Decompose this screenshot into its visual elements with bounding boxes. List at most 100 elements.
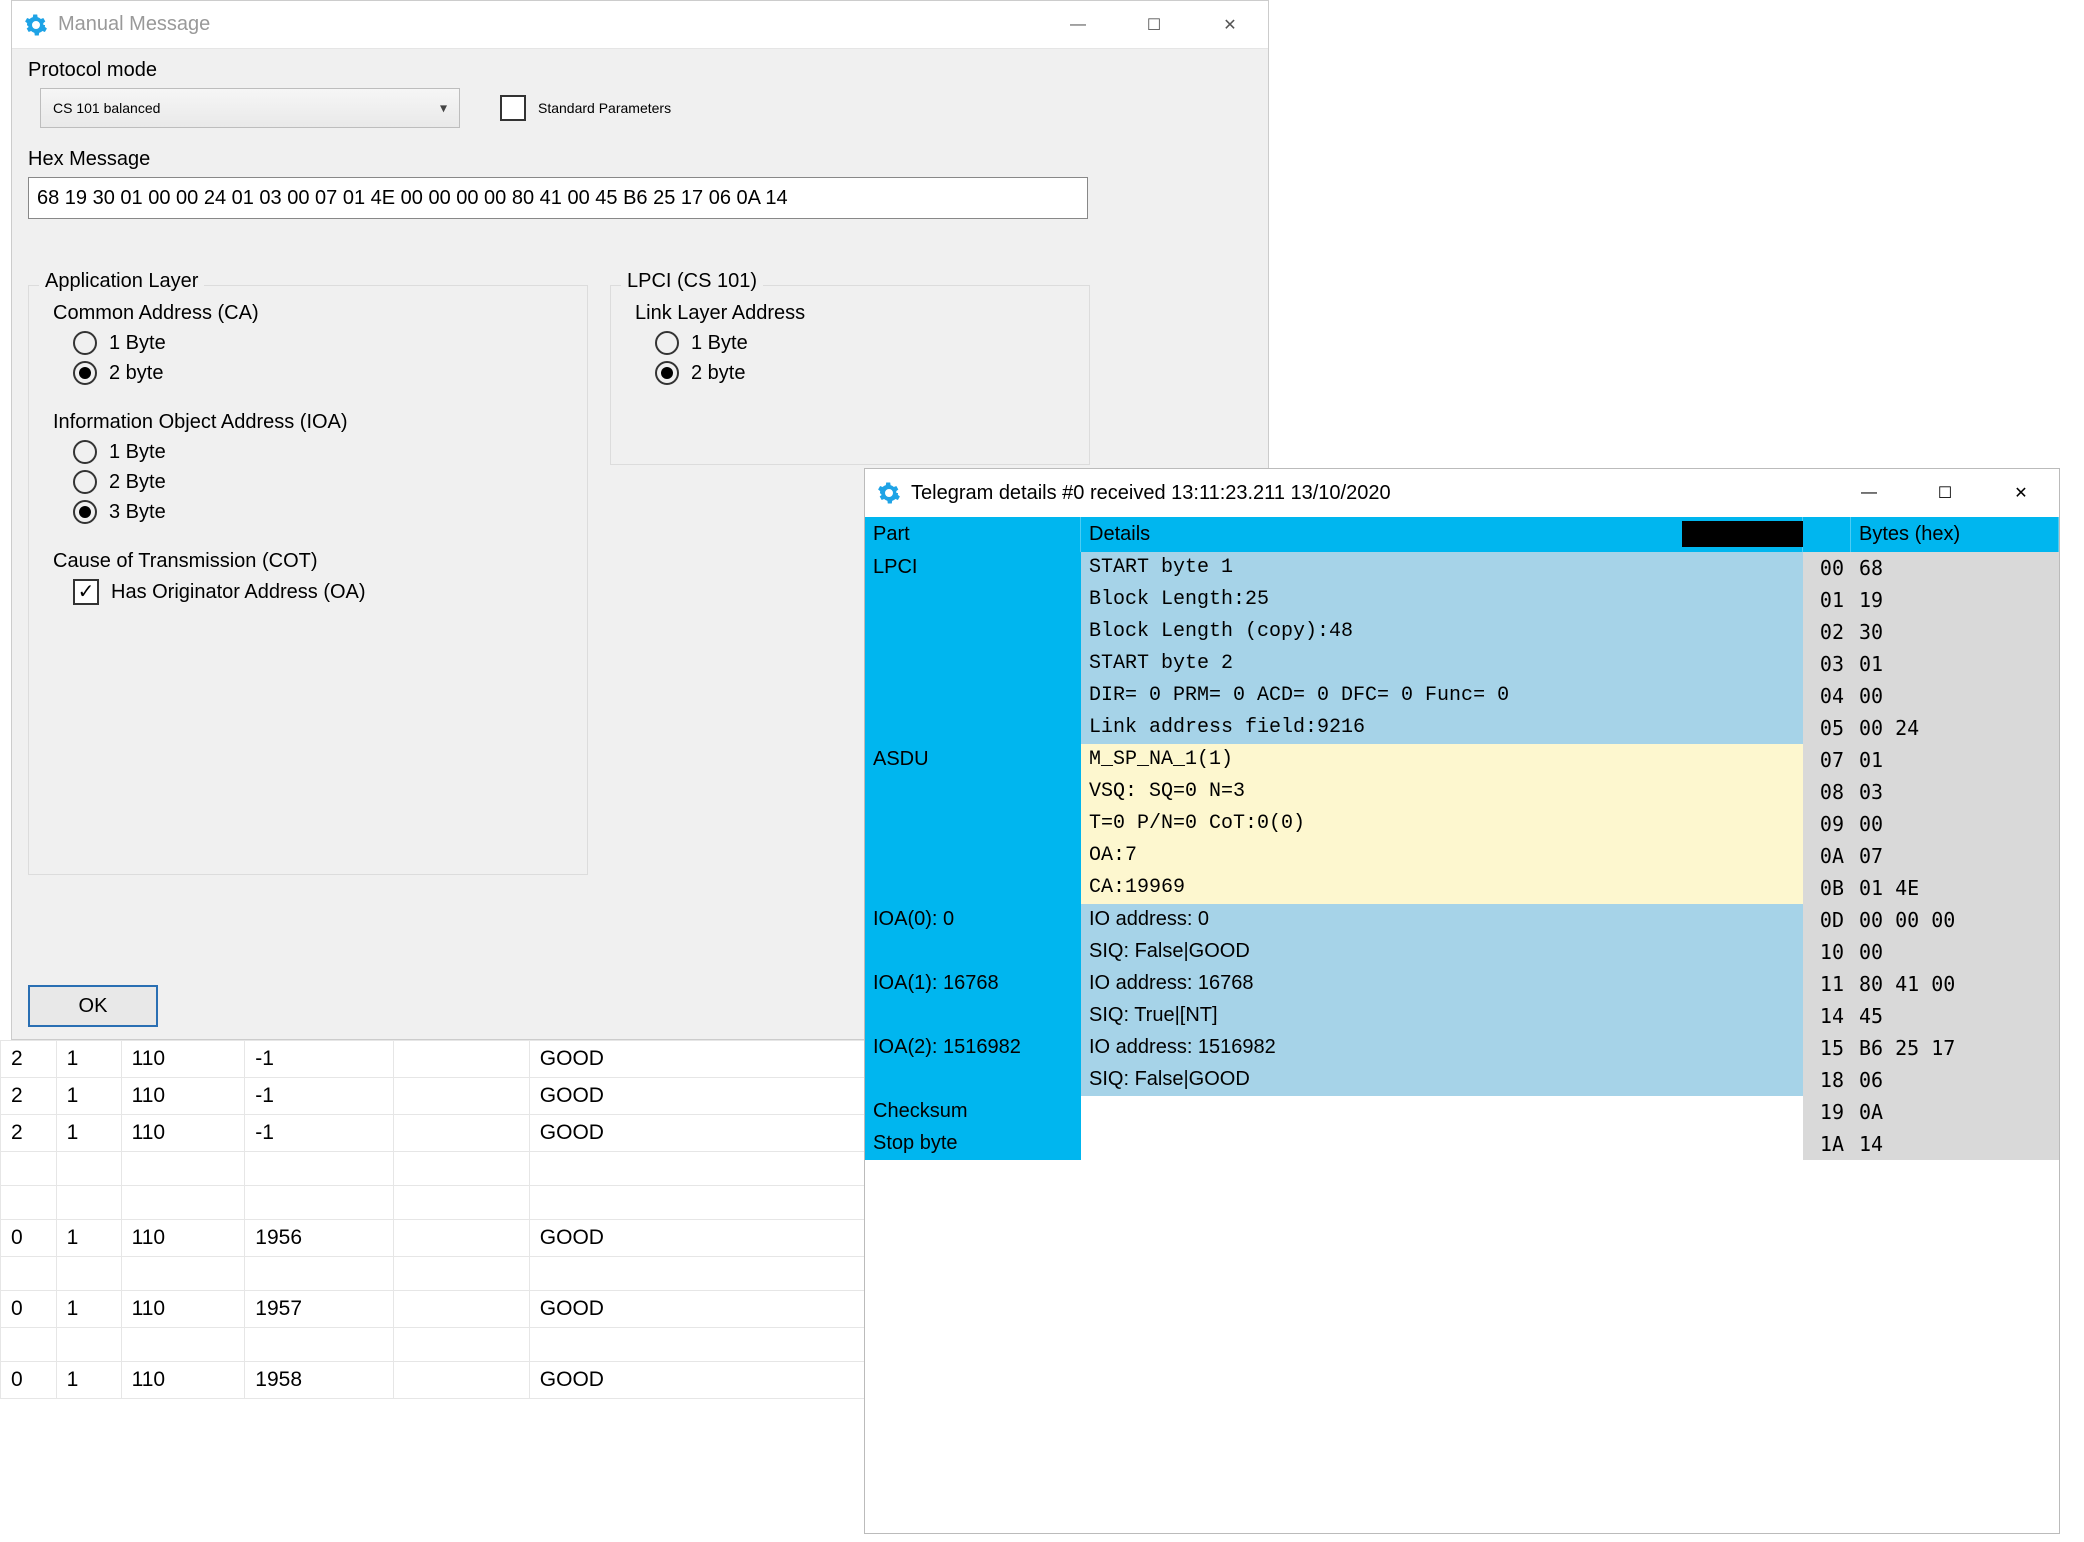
protocol-mode-combo[interactable]: CS 101 balanced ▾: [40, 88, 460, 128]
part-cell[interactable]: [865, 808, 1081, 840]
hex-message-label: Hex Message: [28, 148, 1252, 171]
part-cell[interactable]: [865, 616, 1081, 648]
part-cell[interactable]: [865, 872, 1081, 904]
part-cell[interactable]: LPCI: [865, 552, 1081, 584]
details-cell[interactable]: M_SP_NA_1(1): [1081, 744, 1803, 776]
details-cell[interactable]: SIQ: False|GOOD: [1081, 1064, 1803, 1096]
ioa-option[interactable]: 1 Byte: [73, 440, 569, 464]
hex-cell: 80 41 00: [1851, 968, 2059, 1000]
details-cell[interactable]: Block Length:25: [1081, 584, 1803, 616]
hex-cell: 01: [1851, 744, 2059, 776]
cell: 110: [121, 1041, 245, 1078]
part-cell[interactable]: [865, 680, 1081, 712]
part-cell[interactable]: ASDU: [865, 744, 1081, 776]
part-cell[interactable]: Checksum: [865, 1096, 1081, 1128]
details-cell[interactable]: SIQ: False|GOOD: [1081, 936, 1803, 968]
details-cell[interactable]: DIR= 0 PRM= 0 ACD= 0 DFC= 0 Func= 0: [1081, 680, 1803, 712]
standard-parameters-checkbox[interactable]: Standard Parameters: [500, 95, 671, 121]
radio-icon: [73, 331, 97, 355]
column-header-idx[interactable]: [1803, 517, 1851, 552]
part-cell[interactable]: [865, 776, 1081, 808]
details-cell[interactable]: START byte 2: [1081, 648, 1803, 680]
part-cell[interactable]: [865, 712, 1081, 744]
details-cell[interactable]: CA:19969: [1081, 872, 1803, 904]
part-cell[interactable]: IOA(0): 0: [865, 904, 1081, 936]
table-row[interactable]: [1, 1257, 870, 1291]
cell: [1, 1186, 57, 1220]
part-cell[interactable]: Stop byte: [865, 1128, 1081, 1160]
details-cell[interactable]: VSQ: SQ=0 N=3: [1081, 776, 1803, 808]
hex-cell: 01: [1851, 648, 2059, 680]
details-cell[interactable]: T=0 P/N=0 CoT:0(0): [1081, 808, 1803, 840]
details-cell[interactable]: SIQ: True|[NT]: [1081, 1000, 1803, 1032]
details-cell[interactable]: IO address: 1516982: [1081, 1032, 1803, 1064]
part-cell[interactable]: [865, 840, 1081, 872]
ioa-option[interactable]: 3 Byte: [73, 500, 569, 524]
part-cell[interactable]: [865, 584, 1081, 616]
has-oa-checkbox[interactable]: Has Originator Address (OA): [73, 579, 366, 605]
table-row[interactable]: 011101958GOOD: [1, 1362, 870, 1399]
cell: [56, 1186, 121, 1220]
lpci-group: LPCI (CS 101) Link Layer Address 1 Byte2…: [610, 285, 1090, 465]
window-title: Manual Message: [58, 13, 210, 36]
cell: 110: [121, 1078, 245, 1115]
ca-option[interactable]: 1 Byte: [73, 331, 569, 355]
cell: [393, 1257, 529, 1291]
table-row[interactable]: 21110-1GOOD: [1, 1041, 870, 1078]
checkbox-icon: [500, 95, 526, 121]
ok-button[interactable]: OK: [28, 985, 158, 1027]
table-row[interactable]: [1, 1328, 870, 1362]
lla-option[interactable]: 1 Byte: [655, 331, 1071, 355]
table-row[interactable]: 011101956GOOD: [1, 1220, 870, 1257]
part-cell[interactable]: [865, 648, 1081, 680]
maximize-button[interactable]: ☐: [1116, 1, 1192, 49]
telegram-details-grid[interactable]: Part Details Bytes (hex) LPCISTART byte …: [865, 517, 2059, 1533]
details-cell[interactable]: START byte 1: [1081, 552, 1803, 584]
cell: 1: [56, 1220, 121, 1257]
details-cell[interactable]: Block Length (copy):48: [1081, 616, 1803, 648]
radio-icon: [655, 361, 679, 385]
ioa-option[interactable]: 2 Byte: [73, 470, 569, 494]
cell: 110: [121, 1220, 245, 1257]
hex-cell: 68: [1851, 552, 2059, 584]
column-header-bytes[interactable]: Bytes (hex): [1851, 517, 2059, 552]
details-cell[interactable]: OA:7: [1081, 840, 1803, 872]
part-cell[interactable]: [865, 1064, 1081, 1096]
part-cell[interactable]: IOA(1): 16768: [865, 968, 1081, 1000]
cell: [1, 1152, 57, 1186]
ca-option[interactable]: 2 byte: [73, 361, 569, 385]
titlebar[interactable]: Manual Message — ☐ ✕: [12, 1, 1268, 49]
cell: [393, 1115, 529, 1152]
details-cell[interactable]: Link address field:9216: [1081, 712, 1803, 744]
details-cell[interactable]: IO address: 16768: [1081, 968, 1803, 1000]
minimize-button[interactable]: —: [1831, 469, 1907, 517]
table-row[interactable]: [1, 1152, 870, 1186]
table-row[interactable]: [1, 1186, 870, 1220]
details-cell[interactable]: [1081, 1128, 1803, 1160]
minimize-button[interactable]: —: [1040, 1, 1116, 49]
maximize-button[interactable]: ☐: [1907, 469, 1983, 517]
table-row[interactable]: 21110-1GOOD: [1, 1115, 870, 1152]
details-cell[interactable]: IO address: 0: [1081, 904, 1803, 936]
cell: GOOD: [529, 1362, 869, 1399]
titlebar[interactable]: Telegram details #0 received 13:11:23.21…: [865, 469, 2059, 517]
part-cell[interactable]: [865, 936, 1081, 968]
table-row[interactable]: 21110-1GOOD: [1, 1078, 870, 1115]
table-row[interactable]: 011101957GOOD: [1, 1291, 870, 1328]
part-cell[interactable]: [865, 1000, 1081, 1032]
radio-icon: [73, 440, 97, 464]
hex-cell: 03: [1851, 776, 2059, 808]
close-button[interactable]: ✕: [1192, 1, 1268, 49]
hex-message-input[interactable]: 68 19 30 01 00 00 24 01 03 00 07 01 4E 0…: [28, 177, 1088, 219]
column-header-part[interactable]: Part: [865, 517, 1081, 552]
details-cell[interactable]: [1081, 1096, 1803, 1128]
column-header-details[interactable]: Details: [1081, 517, 1803, 552]
cell: [393, 1291, 529, 1328]
hex-cell: 14: [1851, 1128, 2059, 1160]
close-button[interactable]: ✕: [1983, 469, 2059, 517]
background-data-table[interactable]: 21110-1GOOD21110-1GOOD21110-1GOOD0111019…: [0, 1040, 870, 1399]
part-cell[interactable]: IOA(2): 1516982: [865, 1032, 1081, 1064]
lla-option[interactable]: 2 byte: [655, 361, 1071, 385]
cell: 0: [1, 1291, 57, 1328]
gear-icon: [22, 11, 50, 39]
